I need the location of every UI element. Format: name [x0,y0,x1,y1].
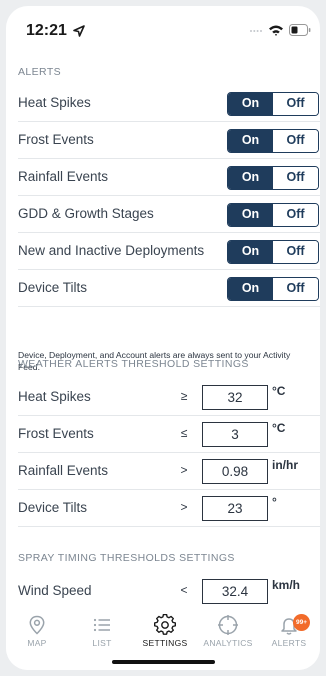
toggle-off-option[interactable]: Off [273,167,318,189]
status-bar: 12:21 [6,6,320,54]
tab-alerts[interactable]: 99+ ALERTS [258,614,320,648]
threshold-label: Rainfall Events [18,463,109,478]
comparator: ≥ [180,389,188,403]
gear-icon [154,614,176,635]
deployments-toggle[interactable]: On Off [227,240,319,264]
tab-label: ALERTS [271,638,307,648]
threshold-row-device-tilts: Device Tilts > 23 ° [6,490,320,527]
alert-row-heat-spikes: Heat Spikes On Off [6,85,320,122]
toggle-on-option[interactable]: On [228,278,273,300]
map-pin-icon [29,615,45,635]
toggle-on-option[interactable]: On [228,241,273,263]
toggle-off-option[interactable]: Off [273,204,318,226]
alert-row-new-inactive-deployments: New and Inactive Deployments On Off [6,233,320,270]
list-icon [93,618,110,632]
threshold-row-frost-events: Frost Events ≤ 3 °C [6,416,320,453]
gdd-growth-stages-toggle[interactable]: On Off [227,203,319,227]
toggle-on-option[interactable]: On [228,93,273,115]
unit-label: in/hr [272,458,298,472]
alert-label: GDD & Growth Stages [18,206,154,221]
threshold-label: Device Tilts [18,500,88,515]
tab-label: ANALYTICS [203,638,253,648]
frost-events-toggle[interactable]: On Off [227,129,319,153]
tab-settings[interactable]: SETTINGS [134,614,196,648]
device-tilts-threshold-input[interactable]: 23 [202,496,268,521]
heat-spikes-threshold-input[interactable]: 32 [202,385,268,410]
rainfall-events-toggle[interactable]: On Off [227,166,319,190]
location-arrow-icon [73,25,85,37]
alert-row-rainfall-events: Rainfall Events On Off [6,159,320,196]
unit-label: °C [272,384,286,398]
phone-screen: 12:21 ALERTS Heat Spikes On Off Frost Ev… [6,6,320,670]
weather-thresholds-header: WEATHER ALERTS THRESHOLD SETTINGS [18,358,249,370]
tab-list[interactable]: LIST [71,614,133,648]
alert-label: Rainfall Events [18,169,109,184]
toggle-off-option[interactable]: Off [273,241,318,263]
threshold-row-heat-spikes: Heat Spikes ≥ 32 °C [6,379,320,416]
toggle-off-option[interactable]: Off [273,130,318,152]
wifi-icon [269,25,283,36]
alert-label: Heat Spikes [18,95,91,110]
alerts-section-header: ALERTS [18,66,62,78]
wind-speed-threshold-input[interactable]: 32.4 [202,579,268,604]
tab-label: MAP [27,638,47,648]
divider [18,526,320,527]
signal-dots-icon [250,30,262,32]
divider [18,306,320,307]
unit-label: ° [272,495,277,509]
threshold-label: Wind Speed [18,583,92,598]
unit-label: °C [272,421,286,435]
crosshair-icon [218,615,238,635]
toggle-on-option[interactable]: On [228,167,273,189]
spray-thresholds-header: SPRAY TIMING THRESHOLDS SETTINGS [18,552,235,564]
battery-icon [289,24,311,36]
alert-row-frost-events: Frost Events On Off [6,122,320,159]
rainfall-threshold-input[interactable]: 0.98 [202,459,268,484]
toggle-off-option[interactable]: Off [273,93,318,115]
tab-label: SETTINGS [142,638,188,648]
alert-label: Device Tilts [18,280,88,295]
toggle-on-option[interactable]: On [228,204,273,226]
comparator: > [180,463,188,477]
home-indicator [112,660,215,664]
alert-label: New and Inactive Deployments [18,243,205,258]
device-tilts-toggle[interactable]: On Off [227,277,319,301]
alerts-count-badge: 99+ [293,614,310,631]
status-time: 12:21 [26,22,67,39]
tab-map[interactable]: MAP [6,614,68,648]
frost-events-threshold-input[interactable]: 3 [202,422,268,447]
comparator: > [180,500,188,514]
tab-analytics[interactable]: ANALYTICS [197,614,259,648]
comparator: < [180,583,188,597]
heat-spikes-toggle[interactable]: On Off [227,92,319,116]
threshold-row-rainfall-events: Rainfall Events > 0.98 in/hr [6,453,320,490]
comparator: ≤ [180,426,188,440]
alert-row-device-tilts: Device Tilts On Off [6,270,320,307]
toggle-off-option[interactable]: Off [273,278,318,300]
threshold-row-wind-speed: Wind Speed < 32.4 km/h [6,573,320,610]
tab-label: LIST [92,638,112,648]
unit-label: km/h [272,578,301,592]
alert-label: Frost Events [18,132,94,147]
threshold-label: Heat Spikes [18,389,91,404]
alert-row-gdd-growth-stages: GDD & Growth Stages On Off [6,196,320,233]
threshold-label: Frost Events [18,426,94,441]
toggle-on-option[interactable]: On [228,130,273,152]
